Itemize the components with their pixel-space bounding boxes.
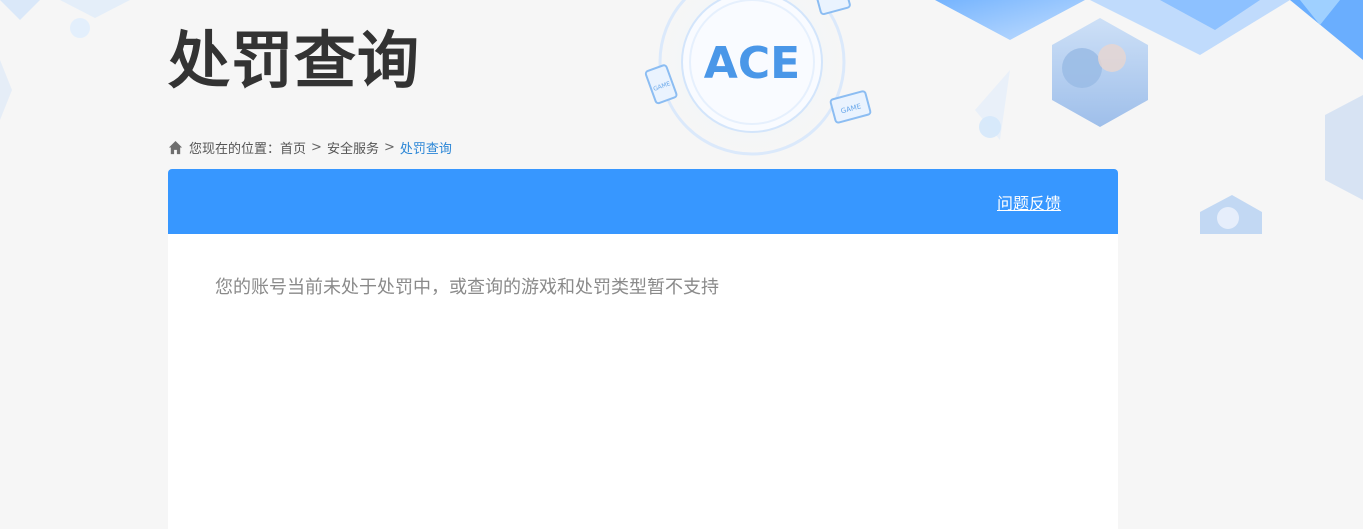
breadcrumb-current: 处罚查询 [399,141,452,157]
game-badge-right: GAME [840,102,862,115]
game-badge-left: GAME [652,80,671,93]
breadcrumb-separator: > [383,139,395,155]
home-icon [168,140,183,154]
panel-header: 问题反馈 [168,169,1118,234]
feedback-link[interactable]: 问题反馈 [997,190,1061,214]
result-message: 您的账号当前未处于处罚中，或查询的游戏和处罚类型暂不支持 [215,277,719,298]
ace-logo-text: ACE [704,38,800,89]
breadcrumb-home-link[interactable]: 首页 [280,138,306,157]
breadcrumb-prefix: 您现在的位置： [189,141,281,157]
page-title: 处罚查询 [168,24,421,97]
breadcrumb: 您现在的位置： 首页 > 安全服务 > 处罚查询 [168,137,452,157]
breadcrumb-separator: > [311,139,322,155]
breadcrumb-security-service-link[interactable]: 安全服务 [327,138,379,157]
content-panel: 问题反馈 您的账号当前未处于处罚中，或查询的游戏和处罚类型暂不支持 [168,169,1118,529]
